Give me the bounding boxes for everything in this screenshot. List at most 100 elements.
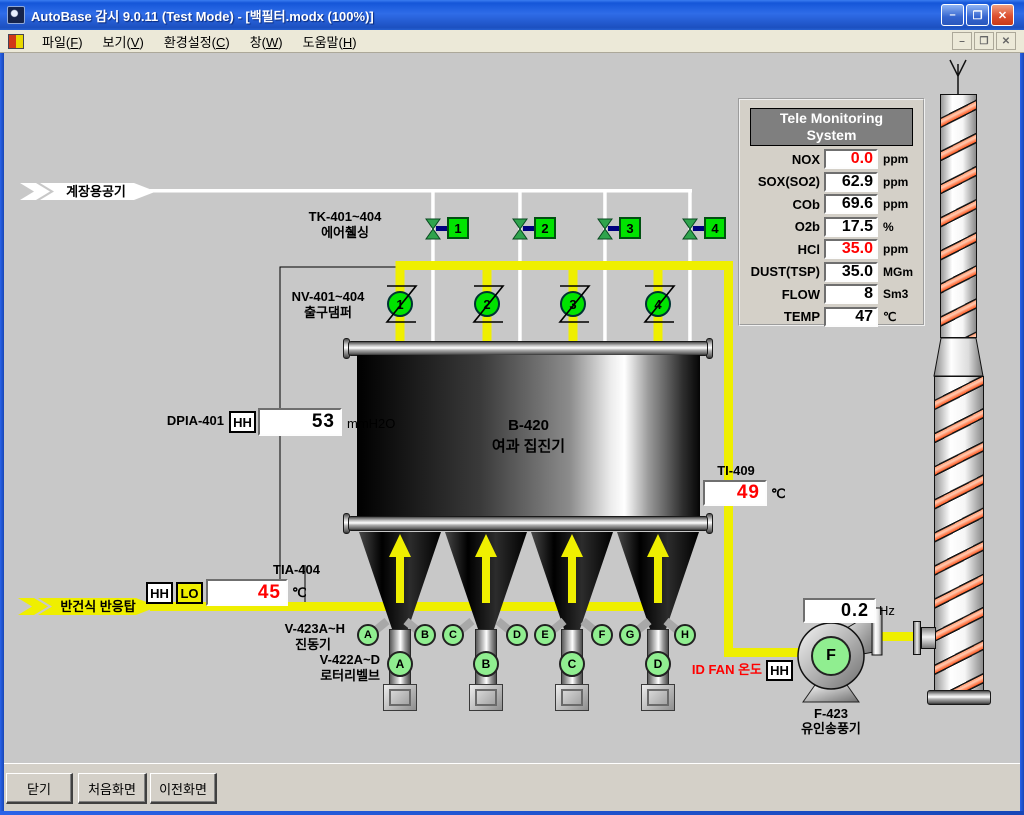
monitor-row-unit: Sm3 xyxy=(883,287,908,301)
monitor-row-label: DUST(TSP) xyxy=(742,264,820,279)
hopper-discharge-1 xyxy=(383,684,417,711)
tia-404-tag: TIA-404 xyxy=(240,562,320,578)
monitor-row-label: TEMP xyxy=(742,309,820,324)
ti-409-unit: ℃ xyxy=(771,486,786,502)
fan-speed-value-box[interactable]: 0.2 xyxy=(803,598,876,623)
hopper-discharge-4 xyxy=(641,684,675,711)
monitor-row-label: SOX(SO2) xyxy=(742,174,820,189)
monitor-row-value: 47 xyxy=(855,308,876,326)
fan-discharge-pipe xyxy=(878,632,918,641)
monitor-row-label: FLOW xyxy=(742,287,820,302)
stack-upper-section xyxy=(940,94,977,338)
monitor-row-value: 8 xyxy=(864,285,876,303)
vibrator-name: 진동기 xyxy=(255,637,345,653)
tank-bottom-flange xyxy=(348,516,708,531)
monitor-row-value: 62.9 xyxy=(842,173,876,191)
tank-top-flange xyxy=(348,341,708,356)
monitor-row-unit: ℃ xyxy=(883,310,896,324)
rotary-valve-c[interactable]: C xyxy=(559,651,585,677)
vibrator-d[interactable]: D xyxy=(506,624,528,646)
monitor-row-value: 35.0 xyxy=(842,240,876,258)
application-window: AutoBase 감시 9.0.11 (Test Mode) - [백필터.mo… xyxy=(0,0,1024,815)
monitor-row-unit: MGm xyxy=(883,265,913,279)
fan-speed-value: 0.2 xyxy=(841,600,874,621)
fan-symbol[interactable]: F xyxy=(811,636,851,676)
monitor-row-value-box[interactable]: 0.0 xyxy=(824,149,878,169)
baghouse-name: 여과 집진기 xyxy=(492,439,565,455)
monitor-row-cob: COb69.6ppm xyxy=(742,193,923,216)
vibrator-c[interactable]: C xyxy=(442,624,464,646)
monitor-row-value-box[interactable]: 17.5 xyxy=(824,217,878,237)
tk-valve-3[interactable]: 3 xyxy=(619,217,641,239)
monitor-row-value: 0.0 xyxy=(851,150,876,168)
tia-404-hh-badge: HH xyxy=(146,582,173,604)
nav-close-button[interactable]: 닫기 xyxy=(6,773,73,804)
vibrator-h[interactable]: H xyxy=(674,624,696,646)
monitor-row-unit: ppm xyxy=(883,197,908,211)
nv-group-code: NV-401~404 xyxy=(278,289,378,305)
tk-group-name: 에어췔싱 xyxy=(295,225,395,241)
vibrator-code: V-423A~H xyxy=(255,621,345,637)
dpia-401-tag: DPIA-401 xyxy=(148,413,224,429)
ti-409-value-box[interactable]: 49 xyxy=(703,480,767,506)
tk-valve-2[interactable]: 2 xyxy=(534,217,556,239)
monitor-row-value-box[interactable]: 62.9 xyxy=(824,172,878,192)
tk-valve-4[interactable]: 4 xyxy=(704,217,726,239)
monitor-row-sox: SOX(SO2)62.9ppm xyxy=(742,171,923,194)
hopper-discharge-2 xyxy=(469,684,503,711)
monitor-row-unit: % xyxy=(883,220,894,234)
tk-valve-1[interactable]: 1 xyxy=(447,217,469,239)
id-fan-temp-label: ID FAN 온도 xyxy=(676,662,762,678)
dpia-401-unit: mmH2O xyxy=(347,416,395,432)
outlet-damper-2[interactable]: 2 xyxy=(474,291,500,317)
monitor-row-label: NOX xyxy=(742,152,820,167)
baghouse-code: B-420 xyxy=(508,418,549,434)
monitor-row-value-box[interactable]: 8 xyxy=(824,284,878,304)
fan-code: F-423 xyxy=(791,706,871,722)
outlet-damper-4[interactable]: 4 xyxy=(645,291,671,317)
monitor-row-value-box[interactable]: 35.0 xyxy=(824,262,878,282)
baghouse-tank[interactable]: B-420 여과 집진기 xyxy=(357,355,700,517)
vibrator-b[interactable]: B xyxy=(414,624,436,646)
rotary-valve-group-label: V-422A~D 로터리벨브 xyxy=(288,652,380,684)
vibrator-e[interactable]: E xyxy=(534,624,556,646)
id-fan-temp-hh-badge: HH xyxy=(766,660,793,681)
monitor-row-unit: ppm xyxy=(883,152,908,166)
nv-group-label: NV-401~404 출구댐퍼 xyxy=(278,289,378,321)
tia-404-unit: ℃ xyxy=(292,585,307,601)
rotary-valve-name: 로터리벨브 xyxy=(288,668,380,684)
instrument-air-label: 계장용공기 xyxy=(52,184,140,200)
tia-404-value: 45 xyxy=(258,582,286,604)
ti-409-value: 49 xyxy=(737,482,765,504)
vibrator-g[interactable]: G xyxy=(619,624,641,646)
stack-antenna-icon xyxy=(950,60,966,94)
monitor-row-hcl: HCl35.0ppm xyxy=(742,238,923,261)
nav-previous-button[interactable]: 이전화면 xyxy=(150,773,217,804)
monitor-row-value-box[interactable]: 69.6 xyxy=(824,194,878,214)
monitor-panel-rows: NOX0.0ppm SOX(SO2)62.9ppm COb69.6ppm O2b… xyxy=(742,148,923,328)
tk-group-code: TK-401~404 xyxy=(295,209,395,225)
rotary-valve-a[interactable]: A xyxy=(387,651,413,677)
vibrator-group-label: V-423A~H 진동기 xyxy=(255,621,345,653)
dpia-401-value-box[interactable]: 53 xyxy=(258,408,342,436)
monitor-row-nox: NOX 0.0 ppm xyxy=(742,148,923,171)
monitor-row-dust: DUST(TSP) 35.0 MGm xyxy=(742,261,923,284)
outlet-damper-3[interactable]: 3 xyxy=(560,291,586,317)
tia-404-value-box[interactable]: 45 xyxy=(206,579,288,606)
outlet-damper-1[interactable]: 1 xyxy=(387,291,413,317)
rotary-valve-d[interactable]: D xyxy=(645,651,671,677)
stack-inlet-nozzle xyxy=(921,627,936,649)
dpia-401-hh-badge: HH xyxy=(229,411,256,433)
stack-inlet-flange xyxy=(913,621,921,655)
monitor-panel: Tele Monitoring System NOX0.0ppm SOX(SO2… xyxy=(738,98,925,326)
monitor-row-value-box[interactable]: 35.0 xyxy=(824,239,878,259)
monitor-row-value-box[interactable]: 47 xyxy=(824,307,878,327)
vibrator-a[interactable]: A xyxy=(357,624,379,646)
vibrator-f[interactable]: F xyxy=(591,624,613,646)
outlet-header-pipe xyxy=(396,261,733,270)
rotary-valve-b[interactable]: B xyxy=(473,651,499,677)
monitor-row-label: O2b xyxy=(742,219,820,234)
monitor-panel-title-line2: System xyxy=(807,127,857,144)
nav-home-button[interactable]: 처음화면 xyxy=(78,773,147,804)
nv-group-name: 출구댐퍼 xyxy=(278,305,378,321)
